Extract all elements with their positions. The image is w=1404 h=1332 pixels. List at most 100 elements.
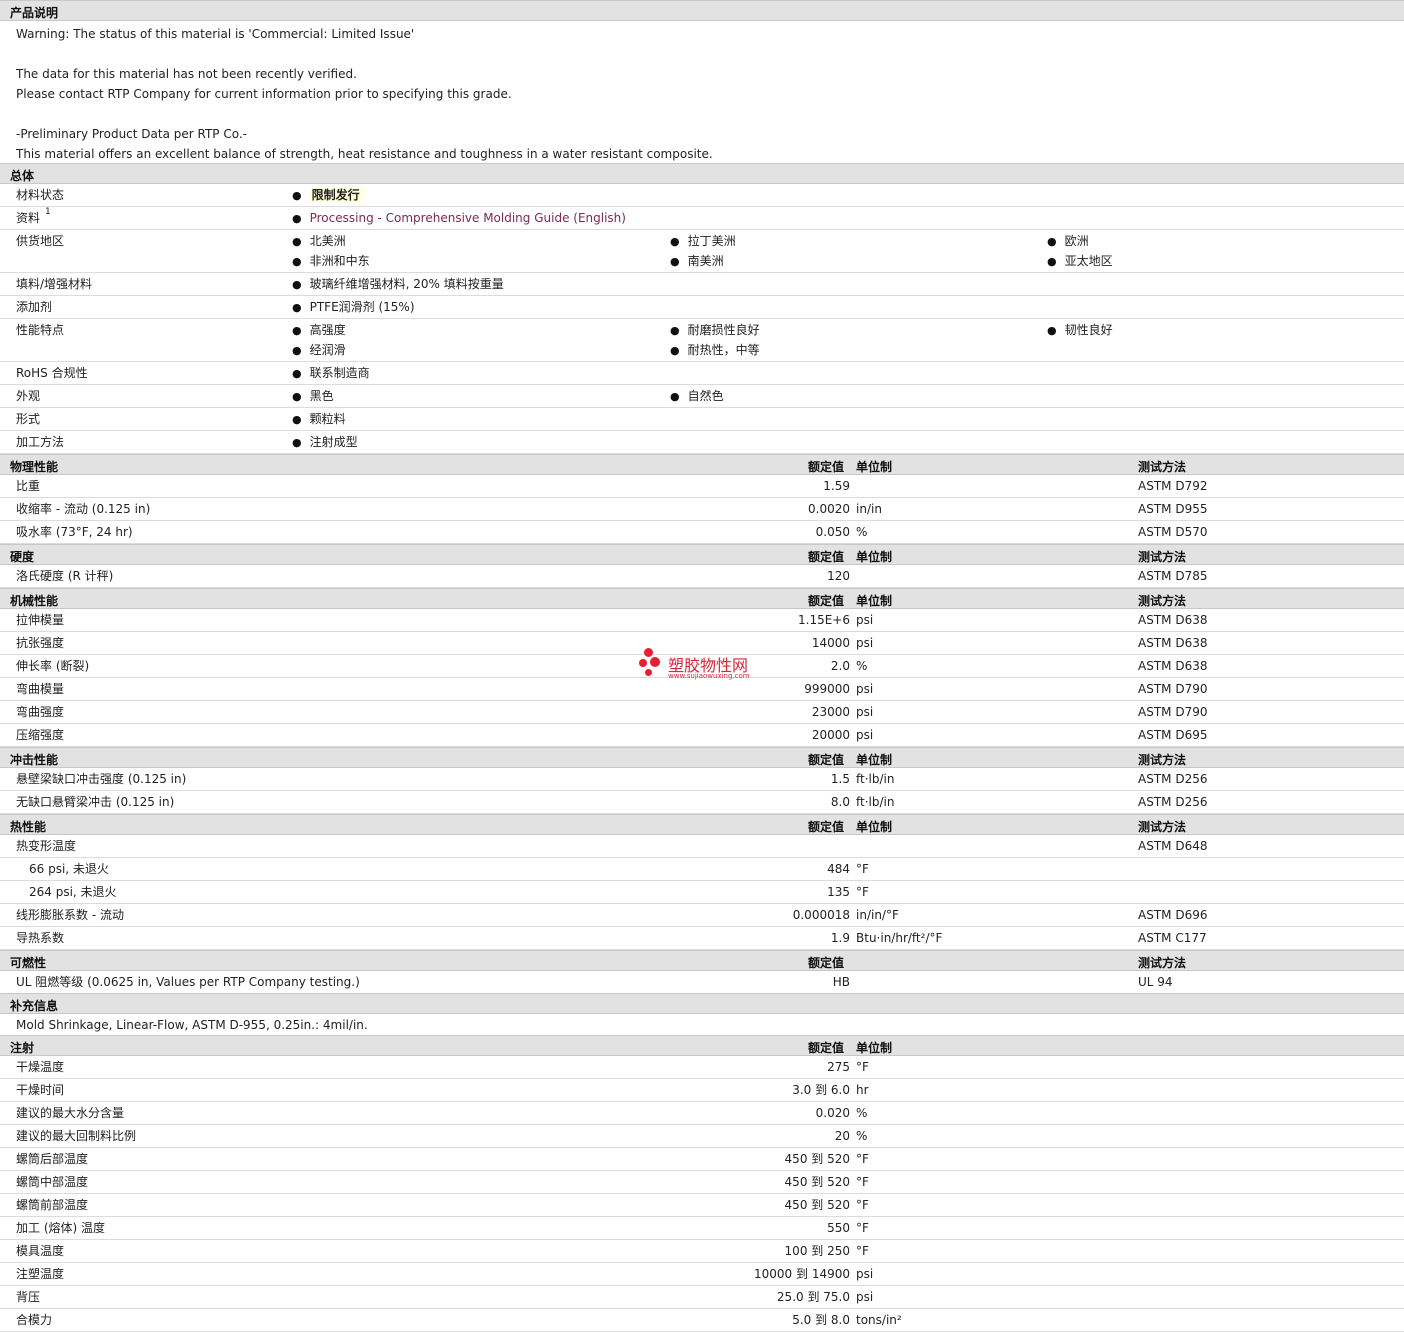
header-nominal: 额定值 — [808, 753, 845, 767]
header-unit: 单位制 — [856, 1041, 893, 1055]
section-injection: 注射 额定值 单位制 — [0, 1035, 1404, 1056]
general-row: 形式 颗粒料 — [0, 408, 1404, 431]
header-nominal: 额定值 — [808, 1041, 845, 1055]
property-row: 264 psi, 未退火 135 °F — [0, 881, 1404, 904]
injection-parameter: 螺筒中部温度 — [16, 1175, 89, 1189]
property-row: 悬壁梁缺口冲击强度 (0.125 in) 1.5 ft·lb/in ASTM D256 — [0, 768, 1404, 791]
injection-row: 模具温度 100 到 250 °F — [0, 1240, 1404, 1263]
injection-value: 20 — [834, 1129, 850, 1143]
test-method: ASTM D638 — [1138, 613, 1208, 627]
general-label: 填料/增强材料 — [16, 277, 93, 291]
injection-row: 建议的最大水分含量 0.020% — [0, 1102, 1404, 1125]
injection-value: 450 到 520 — [784, 1152, 850, 1166]
header-nominal: 额定值 — [808, 820, 845, 834]
document-link[interactable]: Processing - Comprehensive Molding Guide… — [310, 211, 626, 225]
test-method: ASTM D785 — [1138, 569, 1208, 583]
injection-parameter: 干燥温度 — [16, 1060, 65, 1074]
header-nominal: 额定值 — [808, 460, 845, 474]
injection-row: 螺筒前部温度 450 到 520 °F — [0, 1194, 1404, 1217]
injection-parameter: 螺筒前部温度 — [16, 1198, 89, 1212]
section-title: 总体 — [10, 169, 35, 183]
property-row: 线形膨胀系数 - 流动 0.000018 in/in/°F ASTM D696 — [0, 904, 1404, 927]
injection-unit: psi — [856, 1267, 874, 1281]
test-method: ASTM D792 — [1138, 479, 1208, 493]
injection-value: 3.0 到 6.0 — [792, 1083, 850, 1097]
general-label: 性能特点 — [16, 323, 65, 337]
property-row: 弯曲强度 23000 psi ASTM D790 — [0, 701, 1404, 724]
test-method: ASTM D648 — [1138, 839, 1208, 853]
general-value: 南美洲 — [687, 254, 724, 268]
general-value: 耐热性，中等 — [687, 343, 760, 357]
general-value: 颗粒料 — [309, 412, 346, 426]
general-value: 非洲和中东 — [309, 254, 370, 268]
property-unit: % — [856, 659, 868, 673]
general-label: RoHS 合规性 — [16, 366, 88, 380]
property-name: 导热系数 — [16, 931, 65, 945]
test-method: ASTM D256 — [1138, 772, 1208, 786]
general-row: 供货地区 北美洲 拉丁美洲 欧洲非洲和中东 南美洲 亚太地区 — [0, 230, 1404, 273]
injection-row: 建议的最大回制料比例 20% — [0, 1125, 1404, 1148]
general-label: 资料 — [16, 211, 41, 225]
injection-row: 合模力 5.0 到 8.0 tons/in² — [0, 1309, 1404, 1332]
property-name: 66 psi, 未退火 — [29, 862, 109, 876]
injection-unit: °F — [856, 1221, 869, 1235]
property-row: 吸水率 (73°F, 24 hr) 0.050% ASTM D570 — [0, 521, 1404, 544]
general-value-item: 黑色 — [292, 389, 334, 404]
general-value-item: 联系制造商 — [292, 366, 370, 381]
injection-value: 100 到 250 — [784, 1244, 850, 1258]
property-name: 热变形温度 — [16, 839, 77, 853]
property-name: 拉伸模量 — [16, 613, 65, 627]
property-name: 压缩强度 — [16, 728, 65, 742]
general-label: 形式 — [16, 412, 41, 426]
test-method: ASTM D790 — [1138, 682, 1208, 696]
property-name: 无缺口悬臂梁冲击 (0.125 in) — [16, 795, 175, 809]
section-properties: 热性能 额定值 单位制 测试方法 — [0, 814, 1404, 835]
general-value-item: 高强度 — [292, 323, 346, 338]
general-value-item: 非洲和中东 — [292, 254, 370, 269]
injection-value: 25.0 到 75.0 — [776, 1290, 850, 1304]
general-value: 韧性良好 — [1064, 323, 1113, 337]
description-line: This material offers an excellent balanc… — [16, 147, 713, 161]
injection-unit: tons/in² — [856, 1313, 902, 1327]
property-value: 135 — [827, 885, 850, 899]
general-row: 添加剂 PTFE润滑剂 (15%) — [0, 296, 1404, 319]
property-row: 热变形温度 ASTM D648 — [0, 835, 1404, 858]
description-line: Warning: The status of this material is … — [16, 27, 415, 41]
section-title: 硬度 — [10, 550, 35, 564]
section-properties: 冲击性能 额定值 单位制 测试方法 — [0, 747, 1404, 768]
injection-unit: °F — [856, 1198, 869, 1212]
injection-row: 加工 (熔体) 温度 550 °F — [0, 1217, 1404, 1240]
section-title: 可燃性 — [10, 956, 47, 970]
injection-row: 干燥温度 275 °F — [0, 1056, 1404, 1079]
property-row: 比重 1.59 ASTM D792 — [0, 475, 1404, 498]
property-value: 1.59 — [823, 479, 850, 493]
injection-unit: °F — [856, 1244, 869, 1258]
general-value: 注射成型 — [309, 435, 358, 449]
property-name: 抗张强度 — [16, 636, 65, 650]
property-unit: in/in — [856, 502, 882, 516]
test-method: ASTM D695 — [1138, 728, 1208, 742]
header-method: 测试方法 — [1138, 956, 1187, 970]
injection-parameter: 干燥时间 — [16, 1083, 65, 1097]
test-method: ASTM D955 — [1138, 502, 1208, 516]
injection-parameter: 加工 (熔体) 温度 — [16, 1221, 105, 1235]
property-value: 14000 — [811, 636, 850, 650]
section-title: 产品说明 — [10, 6, 59, 20]
property-value: 1.9 — [830, 931, 850, 945]
property-row: 无缺口悬臂梁冲击 (0.125 in) 8.0 ft·lb/in ASTM D256 — [0, 791, 1404, 814]
general-value-item[interactable]: Processing - Comprehensive Molding Guide… — [292, 211, 626, 226]
general-value-item: PTFE润滑剂 (15%) — [292, 300, 415, 315]
property-value: 0.050 — [815, 525, 850, 539]
footnote-marker: 1 — [45, 207, 51, 217]
property-unit: in/in/°F — [856, 908, 899, 922]
general-row: RoHS 合规性 联系制造商 — [0, 362, 1404, 385]
property-value: 2.0 — [830, 659, 850, 673]
general-row: 资料 1 Processing - Comprehensive Molding Gu… — [0, 207, 1404, 230]
test-method: ASTM D790 — [1138, 705, 1208, 719]
header-method: 测试方法 — [1138, 594, 1187, 608]
property-name: UL 阻燃等级 (0.0625 in, Values per RTP Compa… — [16, 975, 360, 989]
property-unit: ft·lb/in — [856, 772, 895, 786]
section-properties: 物理性能 额定值 单位制 测试方法 — [0, 454, 1404, 475]
header-unit: 单位制 — [856, 820, 893, 834]
general-value-item: 拉丁美洲 — [670, 234, 736, 249]
